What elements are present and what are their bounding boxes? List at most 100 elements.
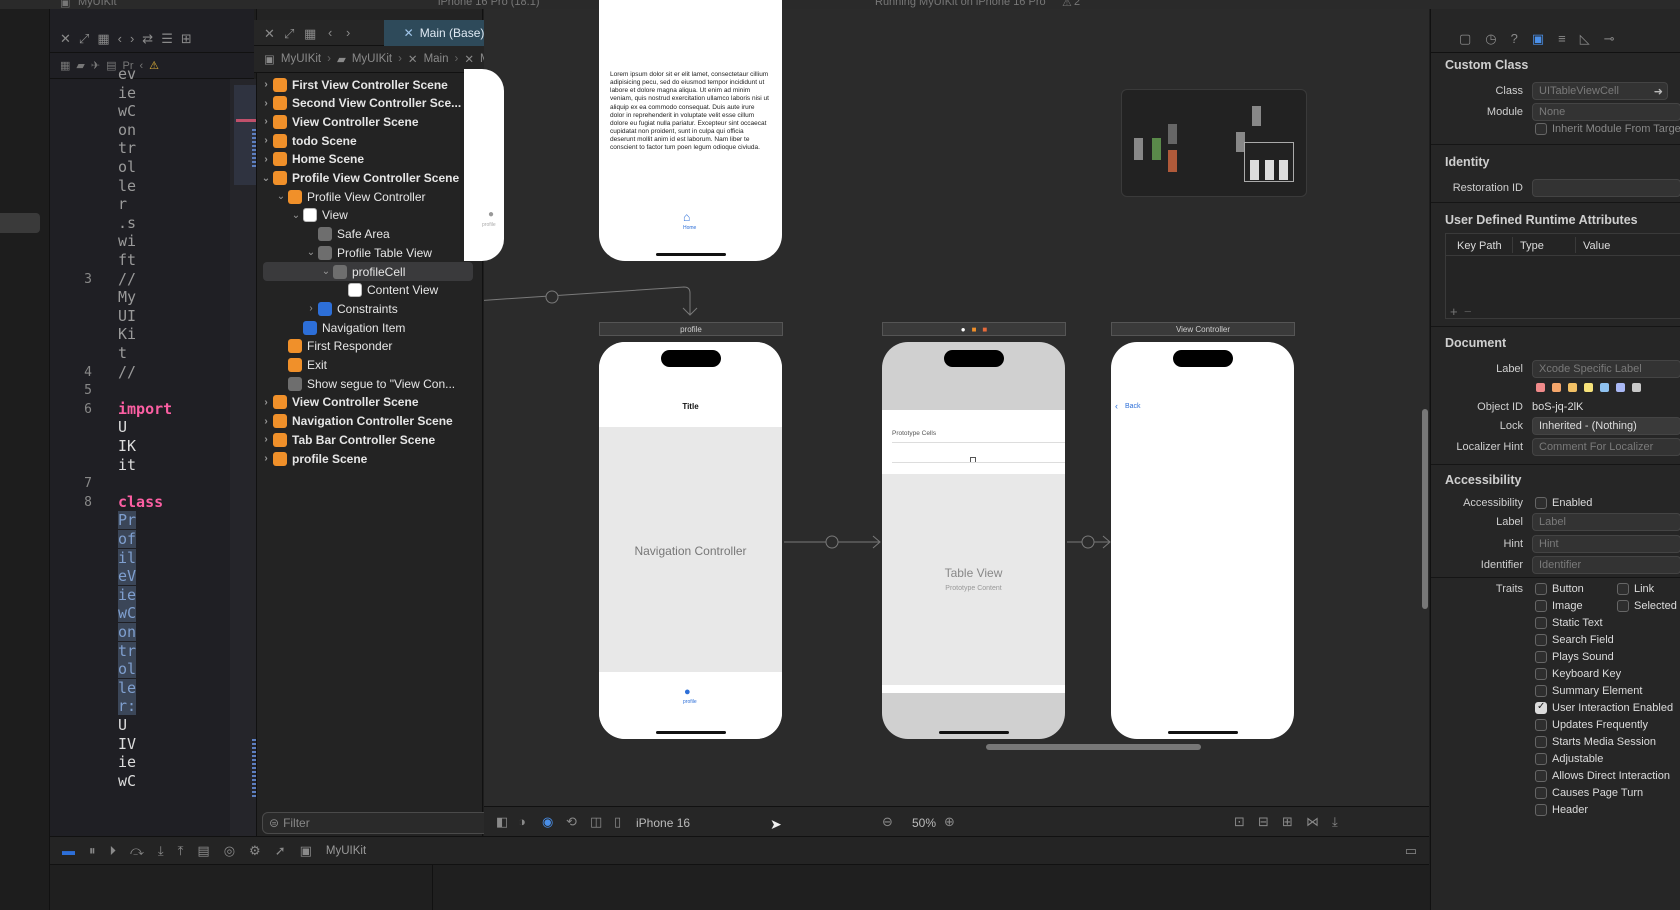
acc-label-field[interactable]: Label bbox=[1532, 513, 1680, 531]
outline-row[interactable]: › Constraints bbox=[304, 299, 398, 318]
code-line[interactable]: ie bbox=[118, 84, 136, 102]
code-line[interactable]: ie bbox=[118, 753, 136, 771]
device-name[interactable]: iPhone 16 bbox=[636, 816, 690, 830]
chevron-right-icon[interactable]: › bbox=[259, 453, 273, 464]
code-line[interactable]: wi bbox=[118, 232, 136, 250]
outline-row[interactable]: ⌄ Profile View Controller Scene bbox=[259, 169, 459, 188]
code-line[interactable]: ev bbox=[118, 65, 136, 83]
localizer-hint-field[interactable]: Comment For Localizer bbox=[1532, 438, 1680, 456]
code-line[interactable]: it bbox=[118, 456, 136, 474]
scheme-name[interactable]: MyUIKit bbox=[326, 845, 366, 857]
col-value[interactable]: Value bbox=[1583, 240, 1610, 252]
simulate-location-icon[interactable]: ➚ bbox=[275, 843, 286, 859]
split-editor-icon[interactable]: ⊞ bbox=[181, 31, 192, 47]
outline-row[interactable]: First Responder bbox=[274, 337, 392, 356]
label-color-swatch[interactable] bbox=[1600, 383, 1609, 392]
breadcrumb-item[interactable]: MyUIKit bbox=[281, 53, 321, 65]
code-line[interactable]: r: bbox=[118, 697, 137, 716]
code-line[interactable]: ol bbox=[118, 660, 137, 679]
grid-icon[interactable]: ▦ bbox=[97, 31, 109, 47]
environment-icon[interactable]: ⚙ bbox=[249, 843, 261, 859]
expand-icon[interactable]: ⤢ bbox=[284, 26, 294, 42]
close-icon[interactable]: ✕ bbox=[60, 31, 71, 47]
pause-icon[interactable]: ⏸ bbox=[89, 843, 96, 859]
scene-bar-view-controller[interactable]: View Controller bbox=[1111, 322, 1295, 336]
code-line[interactable]: on bbox=[118, 121, 136, 139]
help-icon[interactable]: ? bbox=[1511, 31, 1518, 46]
breadcrumb-item[interactable]: Main bbox=[424, 53, 449, 65]
label-color-swatch[interactable] bbox=[1584, 383, 1593, 392]
restoration-id-field[interactable] bbox=[1532, 179, 1680, 197]
code-line[interactable]: ol bbox=[118, 158, 136, 176]
file-inspector-icon[interactable]: ▢ bbox=[1459, 31, 1471, 47]
trait-checkbox[interactable] bbox=[1535, 770, 1547, 782]
forward-icon[interactable]: › bbox=[346, 25, 350, 40]
code-line[interactable]: of bbox=[118, 530, 137, 548]
memory-graph-icon[interactable]: ◎ bbox=[224, 843, 235, 859]
device-icon[interactable]: ▯ bbox=[614, 814, 621, 830]
outline-row[interactable]: ⌄ profileCell bbox=[263, 262, 473, 281]
code-line[interactable]: U bbox=[118, 716, 127, 734]
code-line[interactable]: r bbox=[118, 195, 127, 213]
breadcrumb-item[interactable]: MyUIKit bbox=[352, 53, 392, 65]
scene-bar-profile-vc[interactable]: ● ■ ■ bbox=[882, 322, 1066, 336]
trait-checkbox[interactable] bbox=[1535, 804, 1547, 816]
history-icon[interactable]: ◷ bbox=[1485, 31, 1496, 47]
code-line[interactable]: My bbox=[118, 288, 136, 306]
lock-select[interactable]: Inherited - (Nothing) bbox=[1532, 417, 1680, 435]
remove-attribute-icon[interactable]: − bbox=[1464, 304, 1472, 319]
outline-row[interactable]: ⌄ View bbox=[289, 206, 348, 225]
doc-label-field[interactable]: Xcode Specific Label bbox=[1532, 360, 1680, 378]
add-attribute-icon[interactable]: + bbox=[1450, 304, 1458, 319]
forward-icon[interactable]: › bbox=[130, 31, 134, 46]
vertical-scrollbar[interactable] bbox=[1422, 409, 1428, 609]
code-line[interactable]: ie bbox=[118, 585, 137, 604]
chevron-down-icon[interactable]: ⌄ bbox=[289, 210, 303, 221]
trait-checkbox[interactable] bbox=[1617, 600, 1629, 612]
navigation-controller-phone[interactable]: Title Navigation Controller ● profile bbox=[599, 342, 782, 739]
code-line[interactable]: il bbox=[118, 548, 137, 567]
outline-row[interactable]: Content View bbox=[334, 281, 438, 300]
chevron-right-icon[interactable]: › bbox=[259, 397, 273, 408]
horizontal-scrollbar[interactable] bbox=[986, 744, 1201, 750]
label-color-swatch[interactable] bbox=[1616, 383, 1625, 392]
code-line[interactable]: le bbox=[118, 678, 137, 697]
back-icon[interactable]: ‹ bbox=[118, 31, 122, 46]
identity-inspector-icon[interactable]: ▣ bbox=[1532, 31, 1544, 47]
col-type[interactable]: Type bbox=[1520, 240, 1544, 252]
chevron-down-icon[interactable]: ⌄ bbox=[319, 266, 333, 277]
code-line[interactable]: wC bbox=[118, 102, 136, 120]
label-color-swatch[interactable] bbox=[1536, 383, 1545, 392]
continue-icon[interactable]: ⏵ bbox=[110, 843, 117, 859]
debug-console[interactable] bbox=[50, 864, 1429, 910]
code-line[interactable]: tr bbox=[118, 641, 137, 660]
inherit-module-checkbox[interactable] bbox=[1535, 123, 1547, 135]
trait-checkbox[interactable] bbox=[1535, 583, 1547, 595]
code-line[interactable]: .s bbox=[118, 214, 136, 232]
swap-icon[interactable]: ⇄ bbox=[142, 31, 153, 47]
label-color-swatch[interactable] bbox=[1568, 383, 1577, 392]
trait-checkbox[interactable] bbox=[1535, 634, 1547, 646]
warning-icon[interactable]: ⚠ bbox=[149, 59, 159, 72]
step-in-icon[interactable]: ⤓ bbox=[158, 843, 164, 859]
udra-table[interactable]: Key Path Type Value + − bbox=[1445, 233, 1680, 319]
trait-checkbox[interactable] bbox=[1535, 651, 1547, 663]
chevron-right-icon[interactable]: › bbox=[259, 116, 273, 127]
outline-row[interactable]: › Home Scene bbox=[259, 150, 364, 169]
chevron-right-icon[interactable]: › bbox=[259, 79, 273, 90]
outline-row[interactable]: › todo Scene bbox=[259, 131, 357, 150]
trait-checkbox[interactable] bbox=[1535, 736, 1547, 748]
chevron-down-icon[interactable]: ⌄ bbox=[274, 191, 288, 202]
code-line[interactable]: UI bbox=[118, 307, 136, 325]
view-debugger-icon[interactable]: ▤ bbox=[197, 843, 209, 859]
class-arrow-icon[interactable]: ➜ bbox=[1654, 85, 1663, 98]
outline-row[interactable]: Navigation Item bbox=[289, 318, 405, 337]
warnings-icon[interactable]: ⚠ bbox=[1062, 0, 1072, 9]
chevron-down-icon[interactable]: ⌄ bbox=[259, 173, 273, 184]
trait-checkbox[interactable] bbox=[1535, 753, 1547, 765]
code-line[interactable]: IV bbox=[118, 735, 136, 753]
scene-bar-profile[interactable]: profile bbox=[599, 322, 783, 336]
trait-checkbox[interactable] bbox=[1535, 668, 1547, 680]
outline-row[interactable]: › View Controller Scene bbox=[259, 112, 419, 131]
outline-row[interactable]: › profile Scene bbox=[259, 449, 367, 468]
